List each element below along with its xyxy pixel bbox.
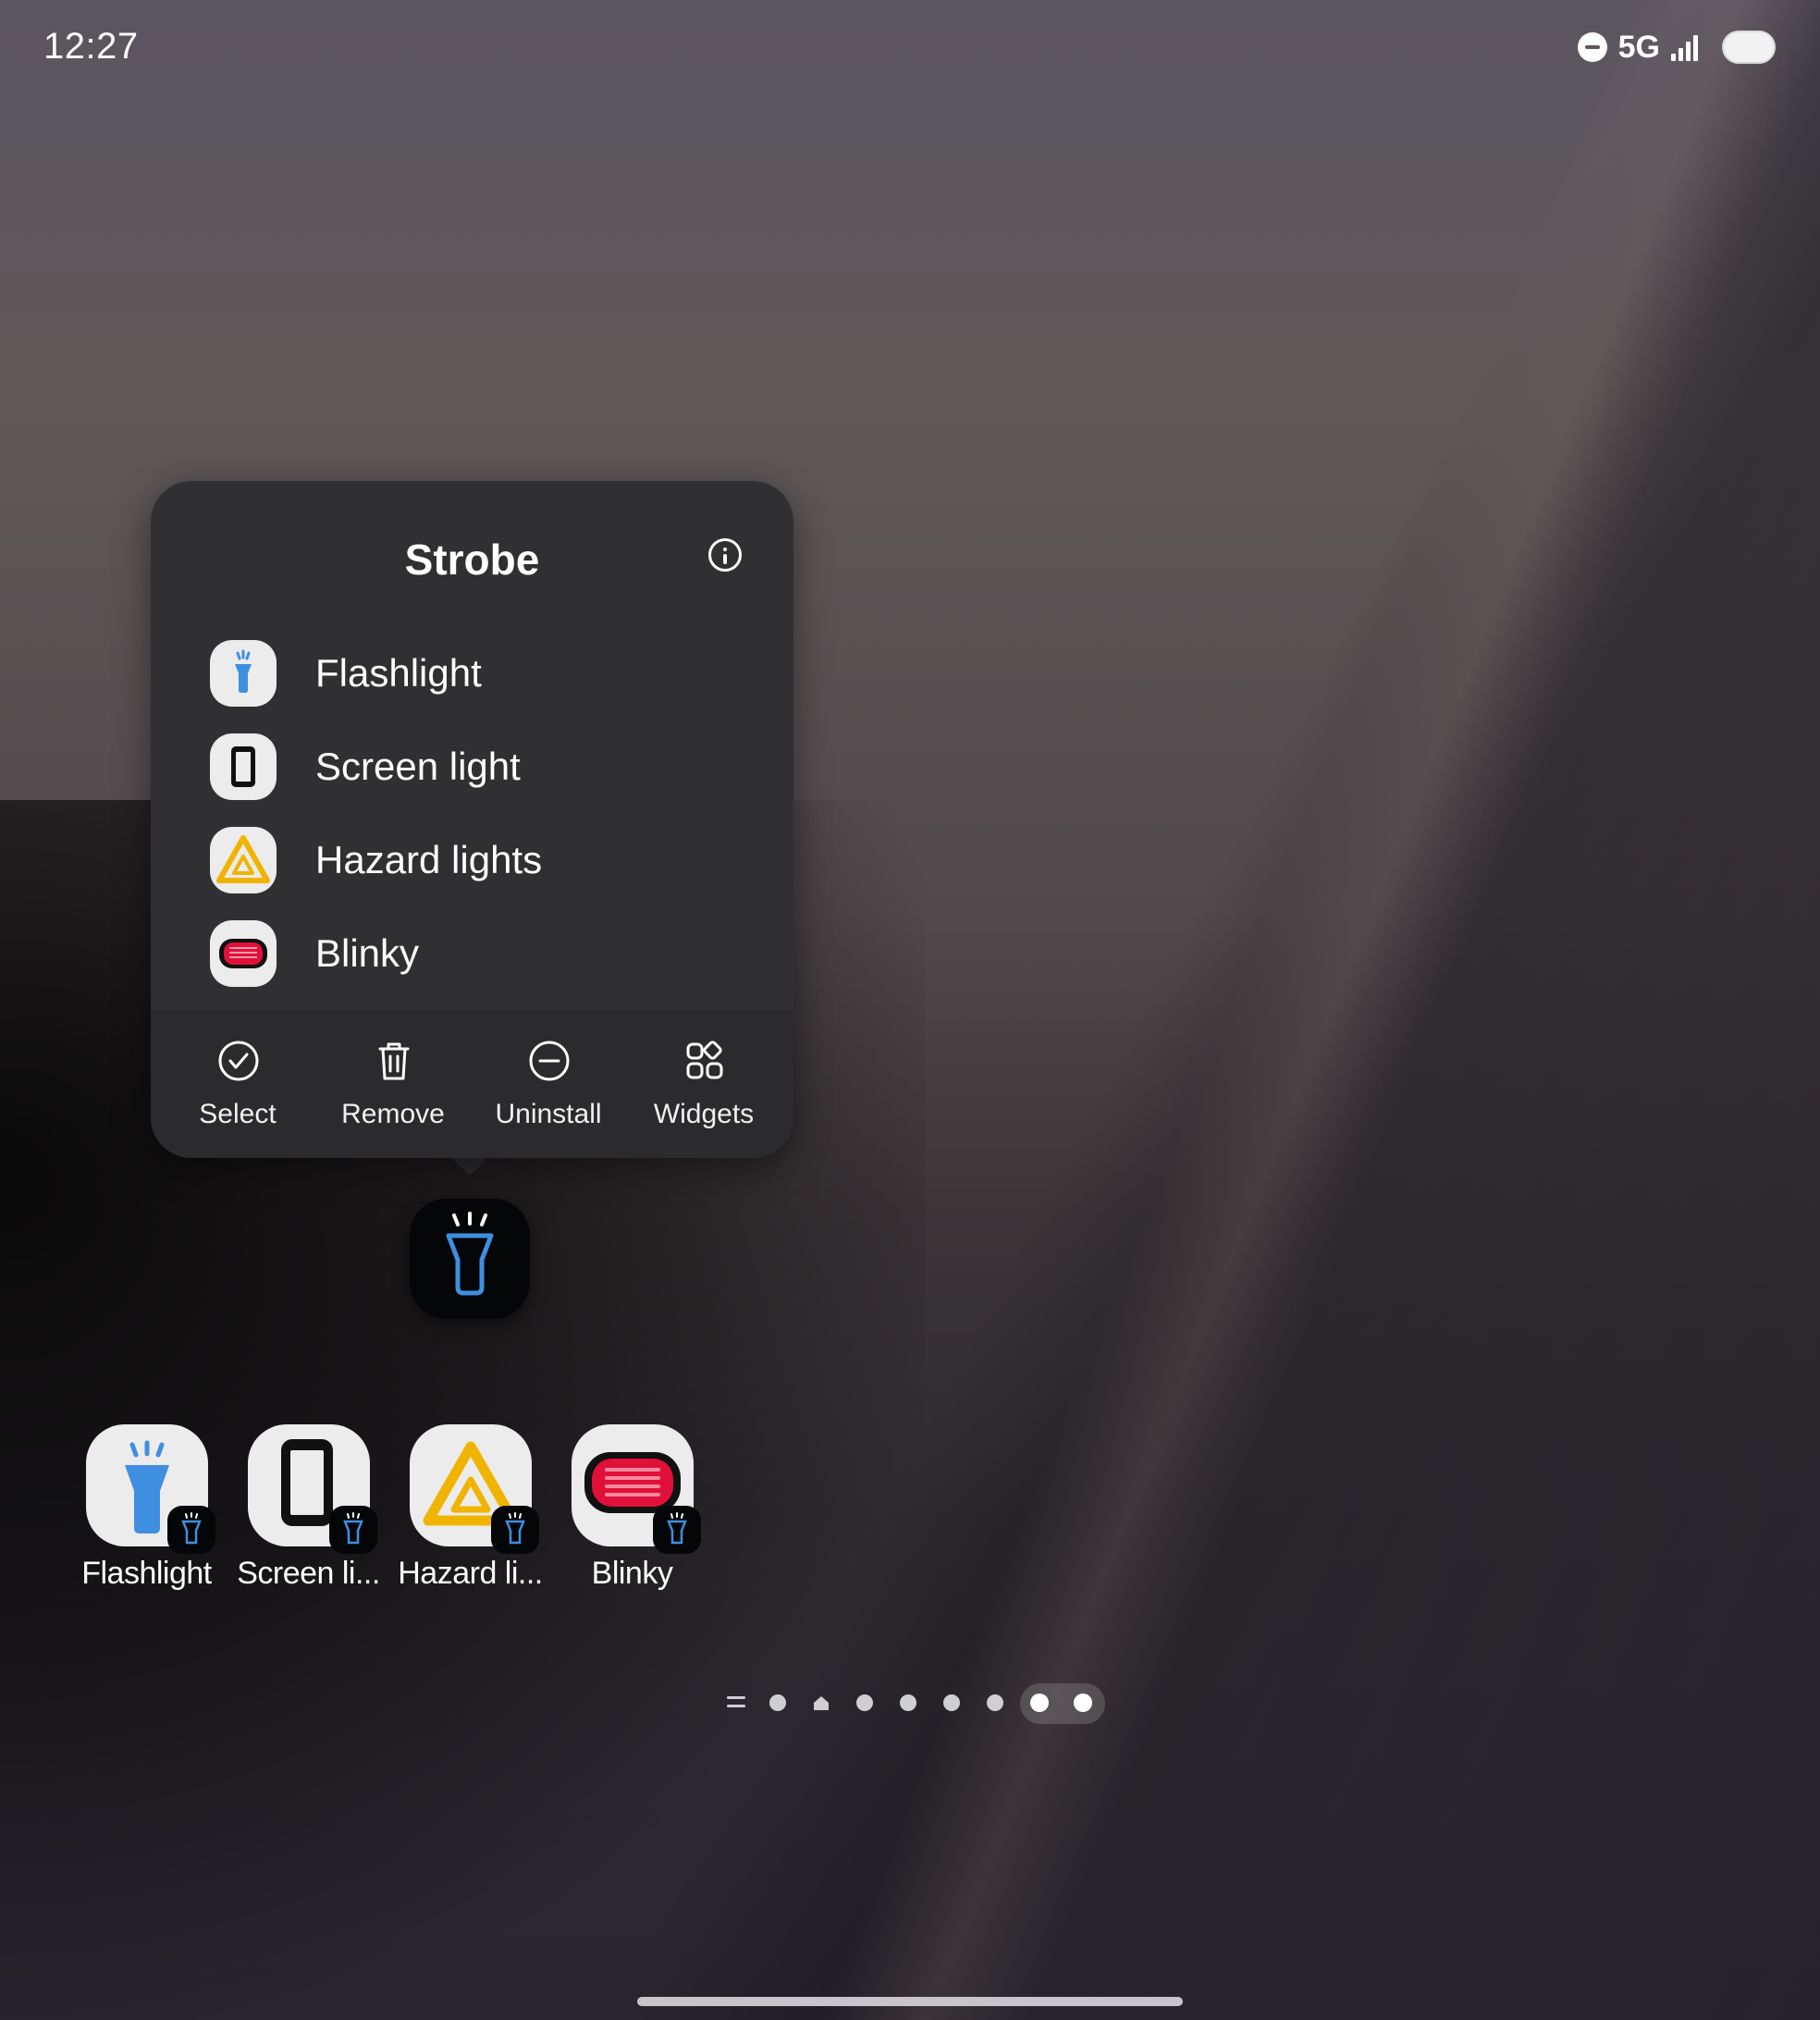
shortcut-screen-light[interactable]: Screen light (210, 732, 765, 802)
strobe-badge-icon (166, 1506, 215, 1554)
select-button[interactable]: Select (160, 1010, 315, 1158)
home-page-icon[interactable] (812, 1694, 830, 1712)
screen-light-icon (247, 1424, 377, 1554)
popup-action-bar: Select Remove Uninstall Widgets (151, 1010, 793, 1158)
info-icon[interactable] (708, 538, 742, 572)
page-dot[interactable] (769, 1694, 786, 1711)
page-dot[interactable] (856, 1694, 873, 1711)
minus-circle-icon (529, 1041, 570, 1081)
shortcut-flashlight[interactable]: Flashlight (210, 638, 765, 708)
page-dot[interactable] (900, 1694, 916, 1711)
blinky-icon (210, 920, 277, 987)
shortcut-label: Screen light (315, 745, 521, 788)
flashlight-icon (446, 1212, 494, 1296)
hazard-icon (210, 827, 277, 893)
popup-title: Strobe (404, 536, 540, 584)
widgets-button[interactable]: Widgets (626, 1010, 781, 1158)
battery-icon (1722, 31, 1776, 64)
screen-light-icon (210, 733, 277, 800)
flashlight-icon (210, 640, 277, 707)
signal-icon (1671, 33, 1698, 61)
page-dot-active[interactable] (1030, 1694, 1049, 1712)
dnd-icon (1577, 32, 1607, 62)
page-dot-active[interactable] (1074, 1694, 1092, 1712)
flashlight-icon (85, 1424, 215, 1554)
app-label: Flashlight (81, 1556, 212, 1591)
widgets-label: Widgets (653, 1099, 755, 1129)
widgets-icon (686, 1041, 723, 1079)
shortcut-label: Blinky (315, 931, 420, 975)
blinky-icon (571, 1424, 701, 1554)
shortcut-blinky[interactable]: Blinky (210, 918, 765, 989)
shortcut-hazard-lights[interactable]: Hazard lights (210, 825, 765, 895)
remove-label: Remove (341, 1099, 445, 1129)
trash-icon (378, 1042, 410, 1080)
page-indicator[interactable] (719, 1683, 1108, 1724)
home-app-flashlight[interactable]: Flashlight (66, 1424, 228, 1592)
strobe-badge-icon (490, 1506, 539, 1554)
home-app-blinky[interactable]: Blinky (551, 1424, 713, 1592)
select-label: Select (199, 1099, 277, 1129)
network-type: 5G (1617, 29, 1660, 65)
pages-menu-icon (727, 1696, 745, 1711)
home-app-hazard-lights[interactable]: Hazard li... (389, 1424, 551, 1592)
check-circle-icon (218, 1041, 259, 1081)
gesture-nav-handle[interactable] (637, 1997, 1183, 2006)
page-dot[interactable] (943, 1694, 960, 1711)
page-dot[interactable] (987, 1694, 1003, 1711)
hazard-icon (409, 1424, 539, 1554)
shortcut-label: Flashlight (315, 651, 482, 695)
strobe-app-icon[interactable] (410, 1199, 530, 1319)
app-label: Blinky (591, 1556, 673, 1591)
shortcut-label: Hazard lights (315, 838, 543, 881)
status-icons: 5G (1577, 26, 1776, 68)
strobe-badge-icon (328, 1506, 377, 1554)
uninstall-label: Uninstall (495, 1099, 602, 1129)
clock: 12:27 (43, 26, 139, 67)
app-context-menu: Strobe Flashlight Screen light Hazard li… (151, 481, 793, 1158)
strobe-badge-icon (652, 1506, 701, 1554)
uninstall-button[interactable]: Uninstall (471, 1010, 626, 1158)
status-bar: 12:27 5G (0, 0, 1820, 92)
app-label: Screen li... (237, 1556, 380, 1591)
home-app-screen-light[interactable]: Screen li... (228, 1424, 389, 1592)
app-label: Hazard li... (398, 1556, 543, 1591)
remove-button[interactable]: Remove (315, 1010, 471, 1158)
